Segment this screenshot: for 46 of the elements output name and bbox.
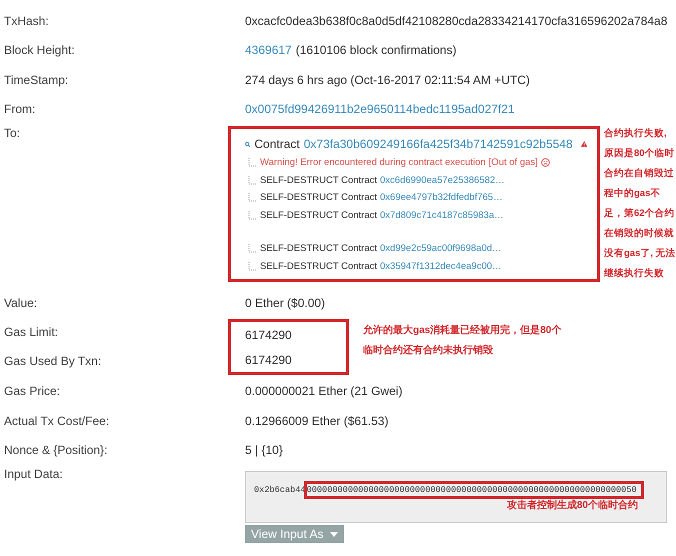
self-destruct-label: SELF-DESTRUCT Contract <box>260 260 378 272</box>
field-label: TimeStamp: <box>4 72 70 87</box>
field-value: 274 days 6 hrs ago (Oct-16-2017 02:11:54 AM +UTC) <box>245 72 530 87</box>
contract-label: Contract <box>254 137 300 151</box>
field-label: Block Height: <box>4 43 76 58</box>
sad-face-icon <box>540 158 550 168</box>
method-id-text: 0x2b6cab44 <box>254 485 306 495</box>
warning-text: Warning! Error encountered during contract execution <box>260 157 486 168</box>
self-destruct-label: SELF-DESTRUCT Contract <box>260 243 378 254</box>
annotation-text: 攻击者控制生成80个临时合约 <box>506 499 638 513</box>
view-input-button[interactable]: View Input As <box>245 525 344 543</box>
confirmations-text: (1610106 block confirmations) <box>296 43 456 58</box>
contract-link[interactable]: 0x73fa30b609249166fa425f34b7142591c92b5548 <box>304 137 573 151</box>
field-value: 0.000000021 Ether (21 Gwei) <box>245 384 402 398</box>
field-label: From: <box>4 102 36 116</box>
field-label: Gas Used By Txn: <box>4 353 102 370</box>
field-label: To: <box>4 126 22 140</box>
field-label: Value: <box>4 296 38 310</box>
field-value: 5 | {10} <box>245 443 283 458</box>
field-label: Gas Price: <box>4 384 62 398</box>
block-link[interactable]: 4369617 <box>245 43 292 58</box>
error-tag: [Out of gas] <box>488 157 538 168</box>
annotation-text: 允许的最大gas消耗量已经被用完，但是80个临时合约还有合约未执行销毁 <box>363 323 562 358</box>
contract-link[interactable]: 0xc6d6990ea57e25386582… <box>380 174 505 186</box>
field-value: 0xcacfc0dea3b638f0c8a0d5df42108280cda28334214170cfa316596202a784a8 <box>245 14 668 28</box>
contract-link[interactable]: 0x69ee4797b32fdfedbf765… <box>380 192 503 204</box>
field-value: 0 Ether ($0.00) <box>245 296 326 310</box>
warning-icon <box>580 138 587 150</box>
highlighted-data: 0000000000000000000000000000000000000000000000000000000000000050 <box>304 481 644 499</box>
caret-icon <box>330 532 338 536</box>
contract-link[interactable]: 0x35947f1312dec4ea9c00… <box>380 260 502 272</box>
contract-link[interactable]: 0xd99e2c59ac00f9698a0d… <box>380 243 502 254</box>
field-label: Nonce & {Position}: <box>4 443 108 458</box>
field-label: Actual Tx Cost/Fee: <box>4 414 110 428</box>
field-label: Gas Limit: <box>4 324 60 340</box>
field-value: 6174290 <box>245 328 293 342</box>
self-destruct-label: SELF-DESTRUCT Contract <box>260 174 378 186</box>
annotation-text: 合约执行失败, 原因是80个临时合约在自销毁过程中的gas不足，第62个合约在销毁的时候就没有gas了, 无法继续执行失败 <box>604 127 676 281</box>
field-value: 0.12966009 Ether ($61.53) <box>245 414 388 428</box>
address-link[interactable]: 0x0075fd99426911b2e9650114bedc1195ad027f21 <box>245 102 515 116</box>
field-label: TxHash: <box>4 14 50 28</box>
field-value: 6174290 <box>245 352 293 366</box>
self-destruct-label: SELF-DESTRUCT Contract <box>260 210 378 221</box>
field-label: Input Data: <box>4 467 64 481</box>
self-destruct-label: SELF-DESTRUCT Contract <box>260 192 378 204</box>
contract-link[interactable]: 0x7d809c71c4187c85983a… <box>380 210 504 221</box>
